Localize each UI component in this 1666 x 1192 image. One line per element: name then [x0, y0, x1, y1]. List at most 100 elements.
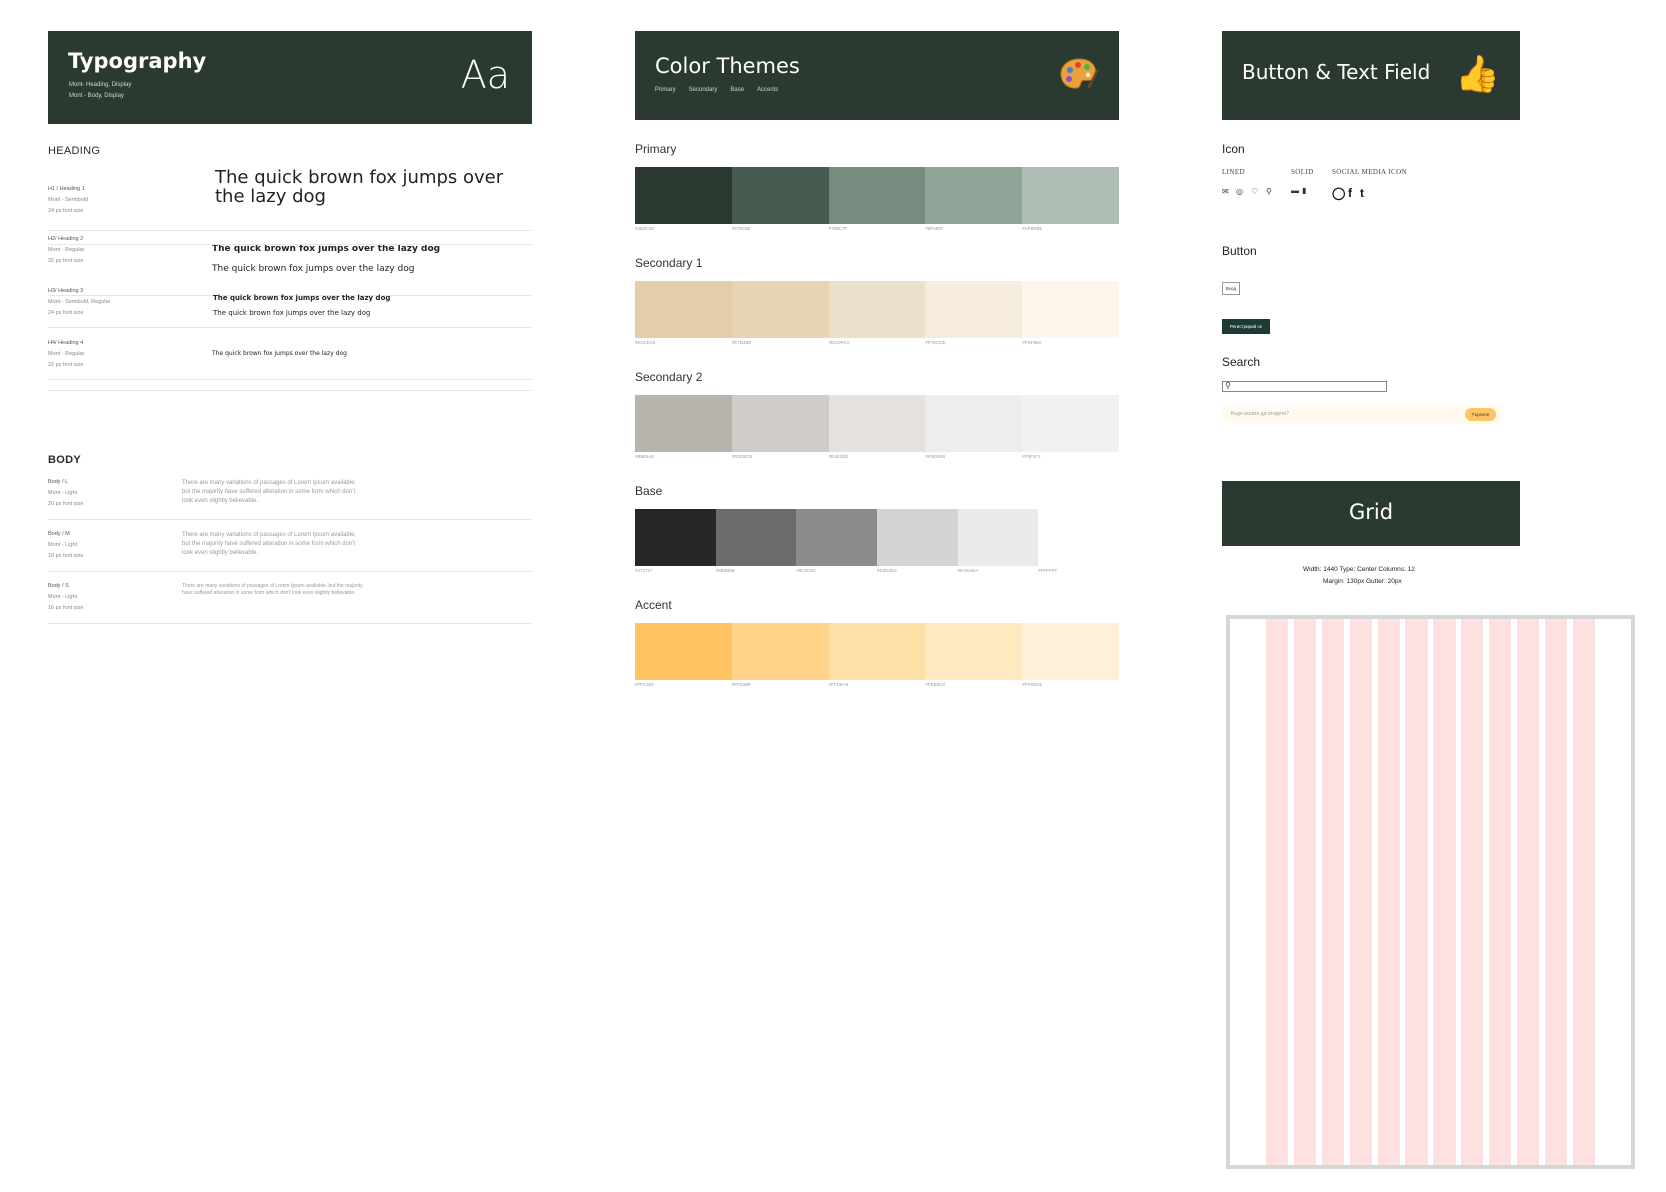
facebook-icon[interactable]: f — [1348, 186, 1352, 200]
button-textfield-banner: Button & Text Field 👍 — [1222, 31, 1520, 120]
hex-label: #2B3C33 — [635, 226, 654, 231]
thumbs-up-icon: 👍 — [1455, 53, 1500, 94]
chat-solid-icon[interactable]: ▬ — [1291, 186, 1299, 195]
grid-title: Grid — [1348, 500, 1394, 524]
hex-label: #F7ECDE — [925, 340, 946, 345]
color-swatch[interactable] — [635, 281, 732, 338]
swatch-row — [635, 167, 1119, 224]
hex-label: #758C7F — [828, 226, 848, 231]
swatch-row — [635, 623, 1119, 680]
icon-category-lined: Lined — [1222, 168, 1245, 176]
hex-label: #F0EEEB — [925, 454, 946, 459]
search-button[interactable]: Търсене — [1465, 408, 1496, 421]
hex-label: #ECDFCA — [828, 340, 850, 345]
tab-accents[interactable]: Accents — [757, 87, 778, 93]
color-swatch[interactable] — [731, 281, 829, 338]
swatch-row — [635, 281, 1119, 338]
search-placeholder: Къде искате да отидете? — [1231, 411, 1289, 417]
color-swatch[interactable] — [731, 167, 829, 224]
grid-column — [1405, 619, 1428, 1165]
button-textfield-title: Button & Text Field — [1242, 60, 1431, 84]
login-button[interactable]: Вход — [1222, 282, 1240, 295]
palette-title: Primary — [635, 142, 677, 156]
color-swatch[interactable] — [925, 395, 1023, 452]
color-swatch[interactable] — [925, 623, 1023, 680]
hex-label: #FFC462 — [635, 682, 654, 687]
grid-info-line1: Width: 1440 Type: Center Columns: 12 — [1303, 566, 1415, 573]
swatch-row — [635, 509, 1119, 566]
divider — [48, 244, 532, 245]
body-l-sample: There are many variations of passages of… — [182, 480, 357, 504]
search-icon: ⚲ — [1225, 381, 1231, 390]
color-swatch[interactable] — [731, 395, 829, 452]
grid-column — [1321, 619, 1345, 1165]
hex-label: #FDF6E0 — [1022, 340, 1042, 345]
typography-title: Typography — [68, 49, 207, 73]
globe-icon[interactable]: ◎ — [1236, 187, 1243, 196]
grid-column — [1377, 619, 1400, 1165]
palette-title: Accent — [635, 598, 672, 612]
color-swatch[interactable] — [828, 395, 926, 452]
color-swatch[interactable] — [715, 509, 797, 566]
palette-title: Base — [635, 484, 663, 498]
color-swatch[interactable] — [796, 509, 877, 566]
divider — [48, 379, 532, 380]
hex-label-row: #2B3C33 #475C5E #758C7F #8FA597 #AFBEB5 — [635, 226, 1119, 231]
video-solid-icon[interactable]: ▮ — [1302, 186, 1306, 195]
grid-preview — [1226, 615, 1635, 1169]
grid-column — [1461, 619, 1484, 1165]
body-l-spec: Body / L Mont - Light 20 px font size — [48, 479, 84, 507]
mail-icon[interactable]: ✉ — [1222, 187, 1229, 196]
divider — [48, 623, 532, 624]
color-swatch[interactable] — [925, 281, 1023, 338]
color-swatch[interactable] — [635, 509, 716, 566]
hex-label: #FEE9C0 — [925, 682, 945, 687]
color-swatch[interactable] — [1022, 623, 1119, 680]
color-tabs: Primary Secondary Base Accents — [655, 87, 778, 93]
grid-column — [1489, 619, 1512, 1165]
icon-category-social: Social Media Icon — [1332, 168, 1407, 176]
divider — [48, 571, 532, 572]
hex-label-row: #FFC462 #FFD389 #FFDEA6 #FEE9C0 #FFEED2 — [635, 682, 1119, 687]
color-swatch[interactable] — [957, 509, 1039, 566]
color-swatch[interactable] — [828, 167, 926, 224]
hex-label-row: #B8B1A0 #D0CBC8 #E4E2DE #F0EEEB #F3F1F1 — [635, 454, 1119, 459]
tumblr-icon[interactable]: t — [1360, 186, 1364, 200]
color-themes-title: Color Themes — [655, 54, 800, 78]
icon-category-solid: Solid — [1291, 168, 1314, 176]
hex-label-row: #272727 #6B6B6B #8C8C8C #D4D4D4 #EAEAEA #FFFF… — [635, 568, 1119, 573]
body-s-sample: There are many variations of passages of… — [182, 583, 363, 596]
color-swatch[interactable] — [635, 395, 732, 452]
color-swatch[interactable] — [1022, 395, 1119, 452]
hex-label: #FFD389 — [731, 682, 751, 687]
color-swatch[interactable] — [635, 167, 732, 224]
hex-label: #E4E2DE — [828, 454, 849, 459]
color-swatch[interactable] — [1022, 167, 1119, 224]
tab-base[interactable]: Base — [730, 87, 744, 93]
register-button[interactable]: Регистрирай се — [1222, 319, 1270, 334]
search-icon[interactable]: ⚲ — [1266, 187, 1272, 196]
color-swatch[interactable] — [731, 623, 829, 680]
color-swatch[interactable] — [828, 623, 926, 680]
icon-section-label: Icon — [1222, 142, 1245, 156]
heart-icon[interactable]: ♡ — [1251, 187, 1258, 196]
palette-title: Secondary 2 — [635, 370, 703, 384]
heading-section-label: HEADING — [48, 145, 101, 157]
hex-label: #EACEA9 — [635, 340, 656, 345]
tab-secondary[interactable]: Secondary — [689, 87, 718, 93]
divider — [48, 327, 532, 328]
font-sample-aa: Aa — [460, 53, 510, 97]
h3-spec: H3/ Heading 3 Mont - Semibold, Regular 2… — [48, 288, 111, 316]
color-swatch[interactable] — [925, 167, 1023, 224]
destination-search-field[interactable]: Къде искате да отидете? Търсене — [1222, 405, 1504, 424]
search-input[interactable]: ⚲ — [1222, 381, 1387, 392]
grid-column — [1544, 619, 1567, 1165]
color-swatch[interactable] — [828, 281, 926, 338]
color-swatch[interactable] — [1038, 509, 1119, 566]
color-swatch[interactable] — [635, 623, 732, 680]
h4-spec: H4/ Heading 4 Mont - Regular 22 px font … — [48, 340, 85, 368]
tab-primary[interactable]: Primary — [655, 87, 676, 93]
color-swatch[interactable] — [876, 509, 958, 566]
color-swatch[interactable] — [1022, 281, 1119, 338]
instagram-icon[interactable]: ◯ — [1332, 186, 1345, 200]
